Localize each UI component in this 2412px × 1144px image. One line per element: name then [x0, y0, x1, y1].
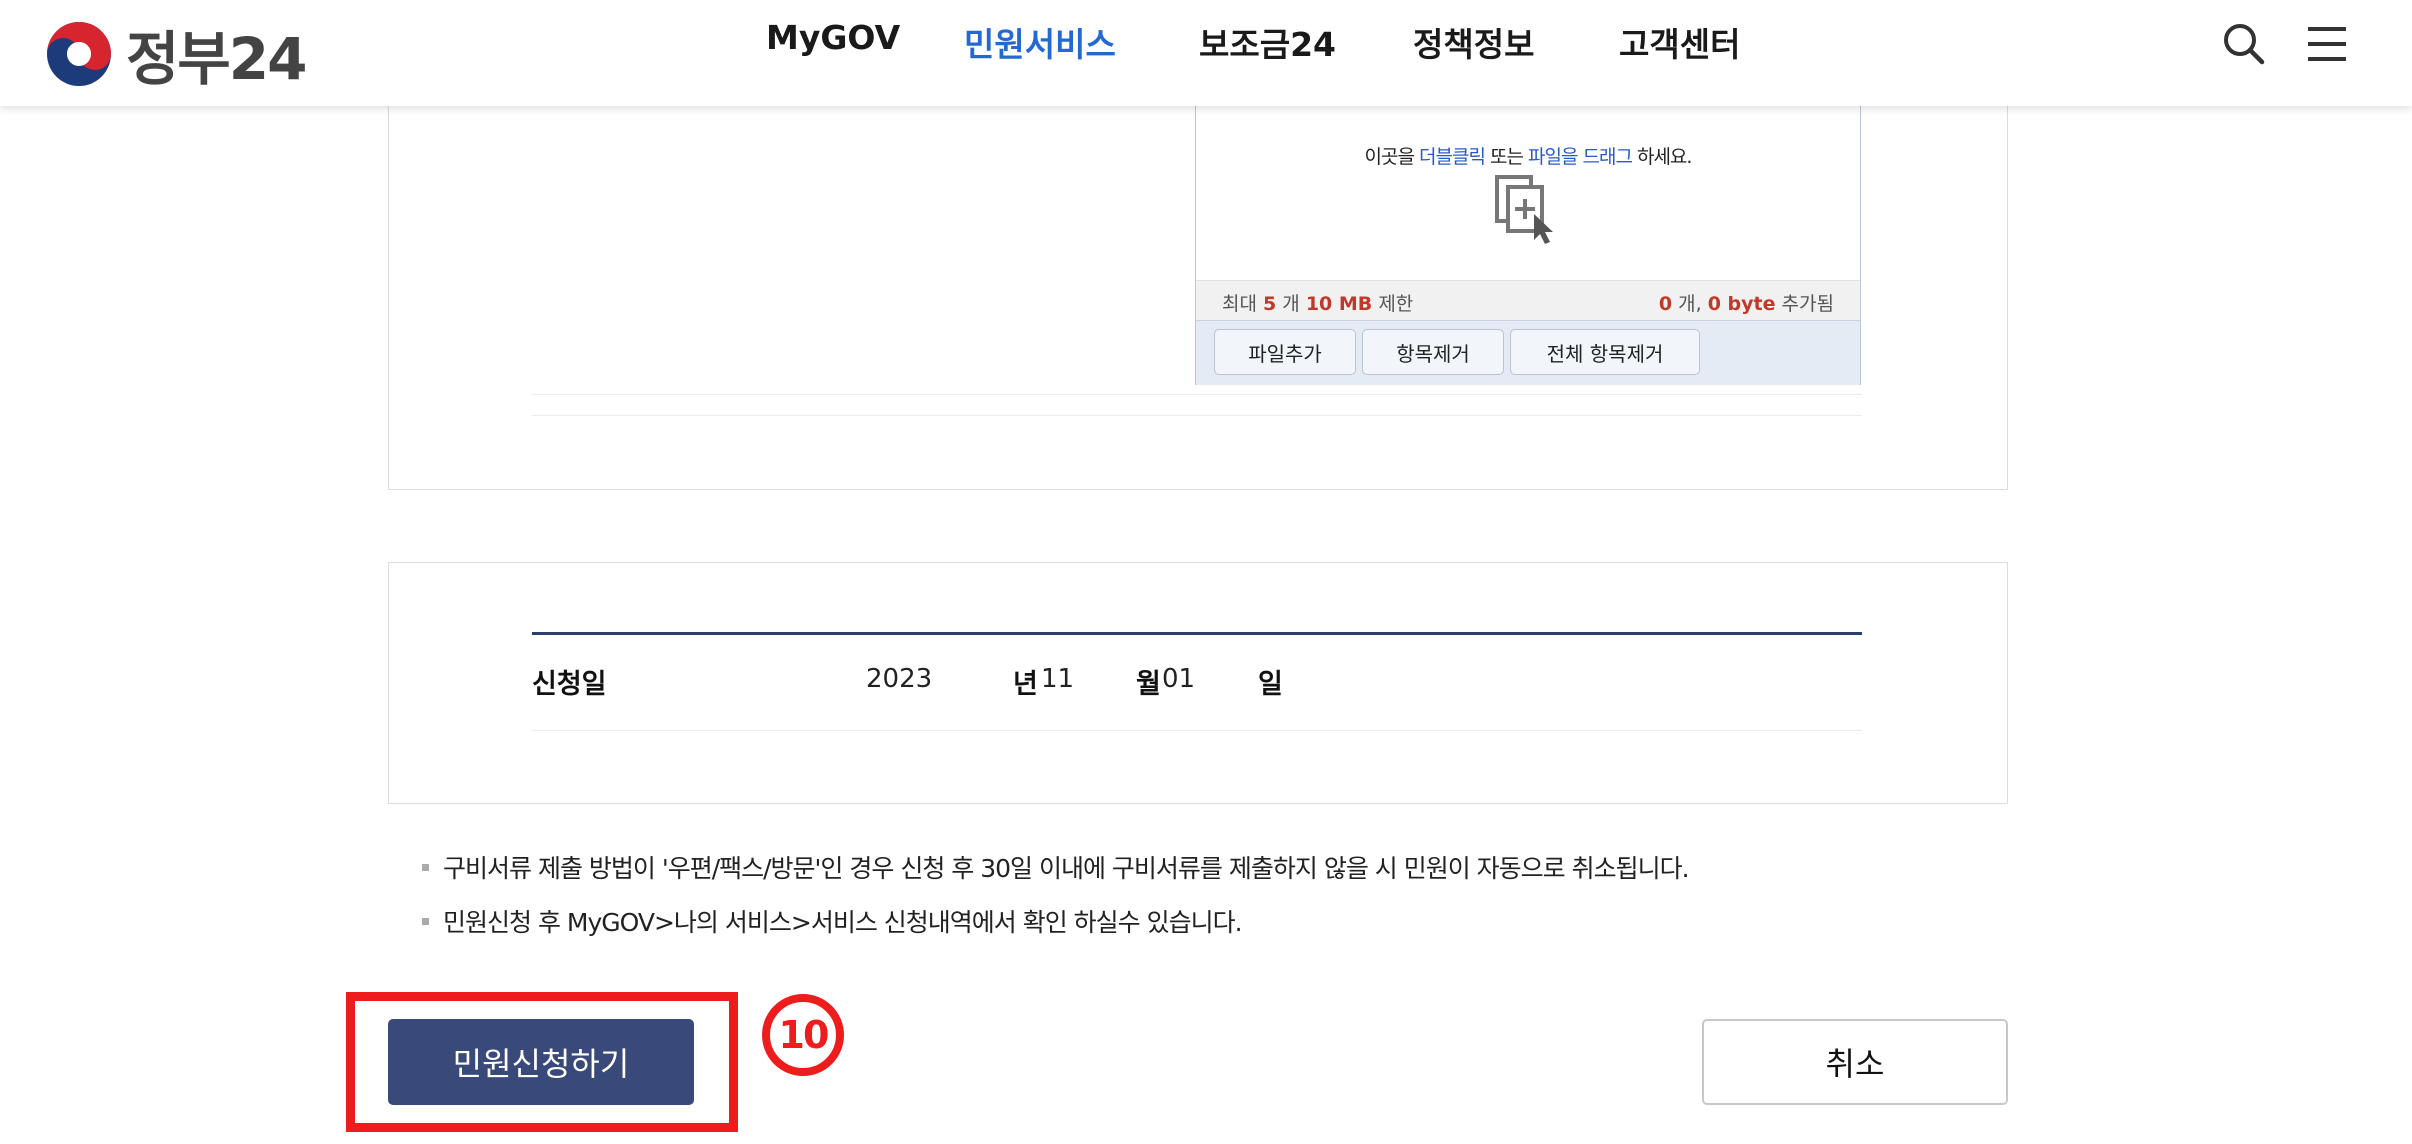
- application-day-value: 01: [1162, 664, 1196, 694]
- application-date-panel: [388, 562, 2008, 804]
- upload-button-bar: 파일추가 항목제거 전체 항목제거: [1196, 320, 1860, 385]
- bullet-icon: [422, 863, 429, 871]
- cancel-button[interactable]: 취소: [1702, 1019, 2008, 1105]
- search-icon[interactable]: [2222, 22, 2266, 70]
- bullet-icon: [422, 917, 429, 925]
- upload-status-text: 0 개, 0 byte 추가됨: [1658, 293, 1834, 315]
- divider: [532, 394, 1862, 395]
- add-file-icon[interactable]: [1494, 174, 1564, 250]
- drop-instruction: 이곳을 더블클릭 또는 파일을 드래그 하세요.: [1364, 146, 1693, 168]
- nav-item-civil-service[interactable]: 민원서비스: [964, 18, 1116, 66]
- notice-item: 민원신청 후 MyGOV>나의 서비스>서비스 신청내역에서 확인 하실수 있습…: [422, 903, 1243, 939]
- nav-item-customer-center[interactable]: 고객센터: [1619, 18, 1740, 66]
- add-file-button[interactable]: 파일추가: [1214, 329, 1356, 375]
- nav-item-policy-info[interactable]: 정책정보: [1413, 18, 1534, 66]
- month-unit: 월: [1136, 669, 1161, 700]
- application-date-label: 신청일: [532, 669, 607, 700]
- upload-limit-bar: 최대 5 개 10 MB 제한 0 개, 0 byte 추가됨: [1196, 280, 1860, 320]
- notice-item: 구비서류 제출 방법이 '우편/팩스/방문'인 경우 신청 후 30일 이내에 …: [422, 849, 1690, 885]
- remove-all-items-button[interactable]: 전체 항목제거: [1510, 329, 1700, 375]
- nav-item-subsidy24[interactable]: 보조금24: [1199, 18, 1336, 66]
- day-unit: 일: [1258, 669, 1283, 700]
- nav-item-mygov[interactable]: MyGOV: [766, 18, 900, 57]
- remove-item-button[interactable]: 항목제거: [1362, 329, 1504, 375]
- menu-icon[interactable]: [2306, 22, 2348, 70]
- table-top-border: [532, 632, 1862, 635]
- main-nav: MyGOV 민원서비스 보조금24 정책정보 고객센터: [0, 0, 2412, 86]
- global-header: 정부24 MyGOV 민원서비스 보조금24 정책정보 고객센터: [0, 0, 2412, 106]
- divider: [532, 415, 1862, 416]
- application-year-value: 2023: [866, 664, 933, 694]
- year-unit: 년: [1013, 669, 1038, 700]
- upload-limit-text: 최대 5 개 10 MB 제한: [1222, 293, 1414, 315]
- file-upload-widget[interactable]: 이곳을 더블클릭 또는 파일을 드래그 하세요. 최대 5 개 10 MB 제한…: [1195, 106, 1861, 385]
- table-bottom-border: [532, 730, 1862, 731]
- highlight-annotation-box: [346, 992, 738, 1132]
- application-month-value: 11: [1041, 664, 1075, 694]
- step-number-badge: 10: [762, 994, 844, 1076]
